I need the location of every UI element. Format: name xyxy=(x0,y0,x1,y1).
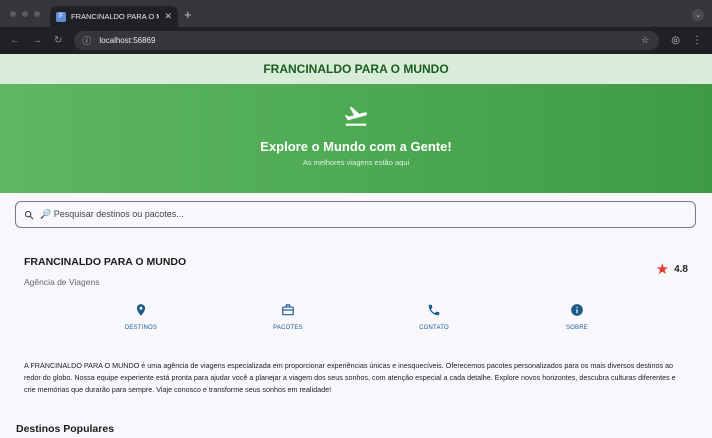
pacotes-label: PACOTES xyxy=(273,325,303,331)
close-tab-icon[interactable]: ✕ xyxy=(164,11,172,22)
destinos-label: DESTINOS xyxy=(124,325,158,331)
site-info-icon[interactable]: ⓘ xyxy=(82,34,91,47)
sobre-button[interactable]: SOBRE xyxy=(547,303,607,331)
address-bar[interactable]: ⓘ localhost:56869 ☆ xyxy=(74,31,660,50)
tab-strip: F FRANCINALDO PARA O MUNDO ✕ + ⌄ xyxy=(0,0,712,27)
contato-label: CONTATO xyxy=(419,325,449,331)
tab-search-icon[interactable]: ⌄ xyxy=(692,9,704,21)
reload-icon[interactable]: ↻ xyxy=(54,35,62,46)
bookmark-star-icon[interactable]: ☆ xyxy=(641,35,649,46)
company-name: FRANCINALDO PARA O MUNDO xyxy=(24,256,187,268)
app-bar: FRANCINALDO PARA O MUNDO xyxy=(0,54,712,84)
hero-banner: Explore o Mundo com a Gente! As melhores… xyxy=(0,84,712,193)
new-tab-icon[interactable]: + xyxy=(184,7,192,22)
action-row: DESTINOS PACOTES CONTATO SOBRE xyxy=(0,303,712,337)
rating-value: 4.8 xyxy=(674,264,688,275)
forward-icon[interactable]: → xyxy=(32,35,42,46)
flight-takeoff-icon xyxy=(344,106,367,126)
search-input[interactable]: 🔎 Pesquisar destinos ou pacotes... xyxy=(15,201,696,228)
destinos-button[interactable]: DESTINOS xyxy=(111,303,171,331)
phone-icon xyxy=(428,304,440,316)
popular-destinations-heading: Destinos Populares xyxy=(16,423,115,435)
hero-title: Explore o Mundo com a Gente! xyxy=(260,139,452,154)
company-header: FRANCINALDO PARA O MUNDO Agência de Viag… xyxy=(24,256,186,287)
location-pin-icon xyxy=(136,304,146,316)
back-icon[interactable]: ← xyxy=(10,35,20,46)
info-icon xyxy=(571,304,583,316)
address-url: localhost:56869 xyxy=(99,36,156,45)
menu-icon[interactable]: ⋮ xyxy=(692,35,702,46)
briefcase-icon xyxy=(282,304,294,316)
company-type: Agência de Viagens xyxy=(24,277,100,287)
profile-icon[interactable]: ◎ xyxy=(671,35,680,46)
hero-subtitle: As melhores viagens estão aqui xyxy=(302,158,410,167)
browser-tab[interactable]: F FRANCINALDO PARA O MUNDO ✕ xyxy=(50,6,178,27)
browser-chrome: F FRANCINALDO PARA O MUNDO ✕ + ⌄ ← → ↻ ⓘ… xyxy=(0,0,712,54)
close-window-dot[interactable] xyxy=(10,11,16,17)
tab-title: FRANCINALDO PARA O MUNDO xyxy=(71,12,160,21)
maximize-window-dot[interactable] xyxy=(34,11,40,17)
sobre-label: SOBRE xyxy=(565,325,588,331)
search-placeholder: 🔎 Pesquisar destinos ou pacotes... xyxy=(40,209,184,219)
minimize-window-dot[interactable] xyxy=(22,11,28,17)
about-text: A FRANCINALDO PARA O MUNDO é uma agência… xyxy=(24,361,676,394)
pacotes-button[interactable]: PACOTES xyxy=(258,303,318,331)
browser-toolbar: ← → ↻ ⓘ localhost:56869 ☆ ◎ ⋮ xyxy=(0,27,712,54)
contato-button[interactable]: CONTATO xyxy=(404,303,464,331)
search-icon xyxy=(25,210,34,219)
rating: ★ 4.8 xyxy=(656,262,688,277)
favicon-icon: F xyxy=(56,11,66,22)
window-controls[interactable] xyxy=(10,11,40,17)
app-title: FRANCINALDO PARA O MUNDO xyxy=(263,62,449,76)
star-icon: ★ xyxy=(655,261,670,278)
